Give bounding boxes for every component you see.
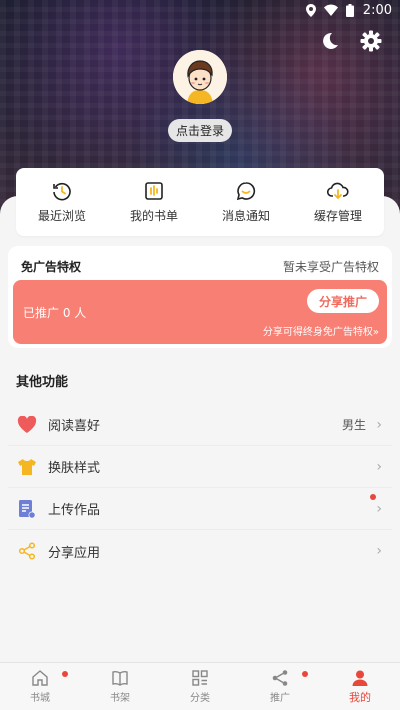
promotion-banner: 已推广 0 人 分享推广 分享可得终身免广告特权» [13, 280, 387, 344]
status-time: 2:00 [362, 3, 392, 18]
nav-label: 书架 [110, 693, 130, 704]
bottom-navigation: 书城 书架 分类 推广 我的 [0, 662, 400, 710]
home-icon [32, 670, 48, 686]
menu-skin-style[interactable]: 换肤样式 › [8, 446, 392, 488]
status-bar: 2:00 [0, 0, 400, 22]
quick-cache-management[interactable]: 缓存管理 [292, 168, 384, 236]
message-icon [236, 181, 256, 200]
quick-action-label: 我的书单 [129, 208, 178, 223]
location-icon [306, 4, 316, 17]
menu-label: 阅读喜好 [48, 419, 101, 434]
battery-icon [346, 4, 354, 17]
promotion-count: 已推广 0 人 [23, 306, 87, 320]
menu-share-app[interactable]: 分享应用 › [8, 530, 392, 572]
upload-new-badge [370, 494, 376, 500]
nav-category[interactable]: 分类 [160, 663, 240, 710]
quick-actions-card: 最近浏览 我的书单 消息通知 缓存管理 [16, 168, 384, 236]
cloud-download-icon [327, 182, 349, 199]
avatar[interactable] [173, 50, 227, 104]
nav-promotion[interactable]: 推广 [240, 663, 320, 710]
ad-free-title: 免广告特权 [21, 260, 82, 274]
chevron-right-icon: › [376, 458, 382, 475]
nav-label: 我的 [349, 690, 371, 704]
booklist-icon [145, 181, 163, 200]
chevron-right-icon: › [376, 500, 382, 517]
nav-mine[interactable]: 我的 [320, 663, 400, 710]
avatar-illustration [173, 50, 227, 104]
menu-upload-works[interactable]: 上传作品 › [8, 488, 392, 530]
menu-label: 分享应用 [48, 545, 101, 561]
nav-label: 推广 [270, 693, 290, 704]
heart-icon [16, 414, 38, 436]
reading-preference-value: 男生 [341, 418, 366, 432]
menu-label: 上传作品 [48, 503, 101, 518]
nav-label: 分类 [190, 693, 210, 704]
wifi-icon [324, 4, 338, 16]
quick-action-label: 消息通知 [221, 208, 270, 223]
ad-free-status: 暂未享受广告特权 [282, 260, 379, 274]
quick-action-label: 缓存管理 [313, 208, 362, 223]
user-icon [352, 670, 368, 686]
promotion-badge [302, 671, 308, 677]
bookshelf-icon [112, 670, 128, 686]
menu-reading-preference[interactable]: 阅读喜好 男生 › [8, 404, 392, 446]
night-mode-button[interactable] [318, 30, 340, 52]
history-icon [53, 182, 71, 200]
menu-label: 换肤样式 [48, 461, 101, 476]
nav-label: 书城 [30, 693, 50, 704]
upload-doc-icon [16, 498, 38, 520]
quick-my-booklist[interactable]: 我的书单 [108, 168, 200, 236]
moon-icon [323, 32, 338, 49]
login-button[interactable]: 点击登录 [168, 119, 232, 142]
chevron-right-icon: › [376, 416, 382, 433]
settings-button[interactable] [360, 30, 382, 52]
category-icon [192, 670, 208, 686]
other-functions-title: 其他功能 [16, 375, 69, 390]
nav-bookshelf[interactable]: 书架 [80, 663, 160, 710]
share-icon [16, 540, 38, 562]
quick-notifications[interactable]: 消息通知 [200, 168, 292, 236]
ad-free-card: 免广告特权 暂未享受广告特权 已推广 0 人 分享推广 分享可得终身免广告特权» [8, 246, 392, 348]
other-functions-list: 阅读喜好 男生 › 换肤样式 › 上传作品 › 分享应用 › [8, 404, 392, 572]
promotion-hint-link[interactable]: 分享可得终身免广告特权» [263, 323, 379, 338]
share-promotion-button[interactable]: 分享推广 [307, 289, 379, 313]
gear-icon [360, 30, 382, 52]
quick-recent-browse[interactable]: 最近浏览 [16, 168, 108, 236]
bookstore-badge [62, 671, 68, 677]
tshirt-icon [16, 456, 38, 478]
nav-bookstore[interactable]: 书城 [0, 663, 80, 710]
share-icon [272, 670, 288, 686]
quick-action-label: 最近浏览 [37, 208, 86, 223]
chevron-right-icon: › [376, 543, 382, 559]
